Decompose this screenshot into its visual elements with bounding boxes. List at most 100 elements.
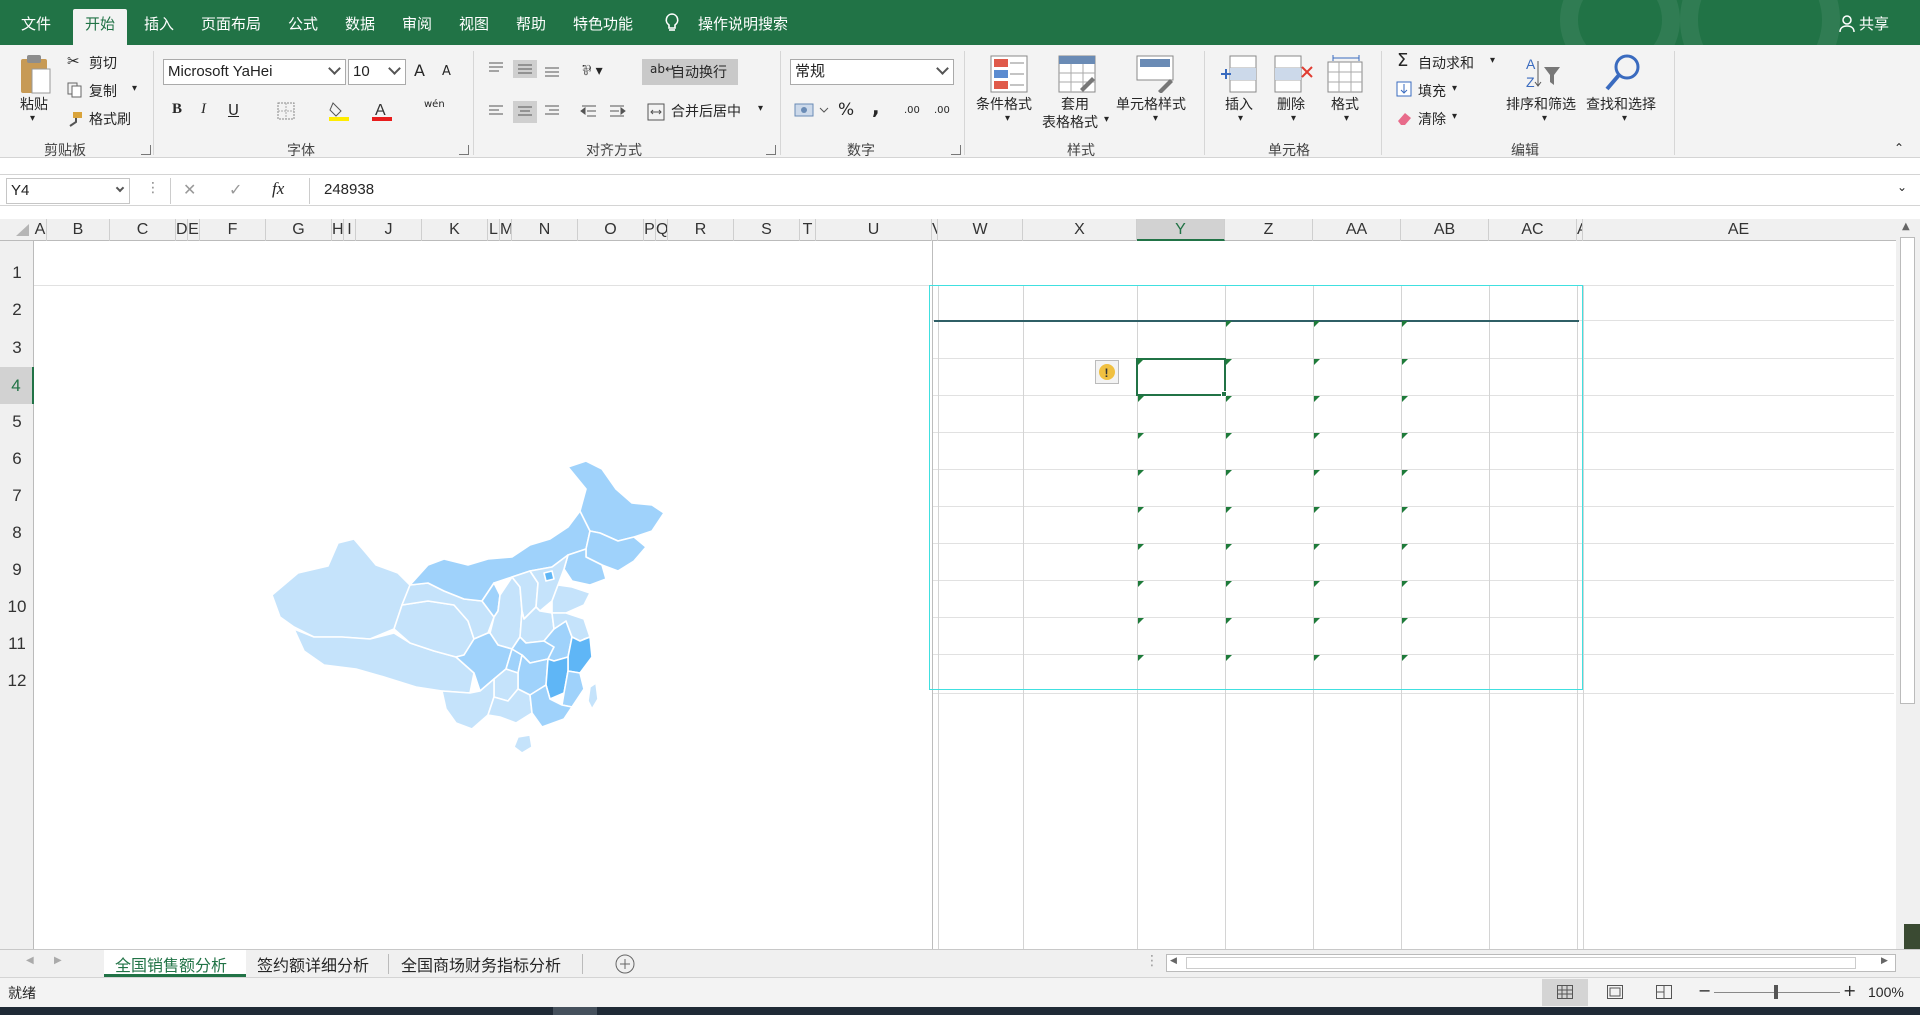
next-sheet-icon[interactable]: ▶ xyxy=(54,955,62,966)
warning-icon[interactable]: ! xyxy=(1095,360,1119,384)
fill-dropdown-arrow[interactable]: ▾ xyxy=(1452,83,1457,94)
alignment-launcher[interactable] xyxy=(766,145,776,155)
row-header-2[interactable]: 2 xyxy=(0,300,34,320)
tab-splitter-icon[interactable]: ⋮ xyxy=(1145,953,1159,969)
active-cell-y4[interactable] xyxy=(1136,358,1226,396)
clear-dropdown-arrow[interactable]: ▾ xyxy=(1452,111,1457,122)
column-header-f[interactable]: F xyxy=(200,219,266,241)
column-header-x[interactable]: X xyxy=(1023,219,1137,241)
tab-help[interactable]: 帮助 xyxy=(516,0,546,45)
column-header-j[interactable]: J xyxy=(356,219,422,241)
fill-color-icon[interactable] xyxy=(328,100,350,122)
cancel-button[interactable]: ✕ xyxy=(183,180,196,199)
horizontal-align-icons[interactable] xyxy=(487,101,567,123)
decrease-font-button[interactable]: A xyxy=(442,64,451,79)
prev-sheet-icon[interactable]: ◀ xyxy=(26,955,34,966)
column-header-r[interactable]: R xyxy=(668,219,734,241)
table-format-icon[interactable] xyxy=(1058,55,1096,93)
phonetic-button[interactable]: wén xyxy=(424,99,445,110)
collapse-ribbon-icon[interactable]: ⌃ xyxy=(1894,141,1904,155)
row-header-7[interactable]: 7 xyxy=(0,486,34,506)
autosum-button[interactable]: 自动求和 xyxy=(1418,53,1474,73)
borders-icon[interactable] xyxy=(277,102,295,120)
table-format-label-1[interactable]: 套用 xyxy=(1061,94,1089,114)
column-header-ac[interactable]: AC xyxy=(1489,219,1577,241)
select-all-icon[interactable] xyxy=(14,223,30,237)
column-header-w[interactable]: W xyxy=(938,219,1023,241)
column-header-s[interactable]: S xyxy=(734,219,800,241)
column-header-aa[interactable]: AA xyxy=(1313,219,1401,241)
column-header-g[interactable]: G xyxy=(266,219,332,241)
number-launcher[interactable] xyxy=(951,145,961,155)
row-header-12[interactable]: 12 xyxy=(0,671,34,691)
copy-dropdown-arrow[interactable]: ▾ xyxy=(132,83,137,94)
tell-me-search[interactable]: 操作说明搜索 xyxy=(698,0,788,45)
row-header-1[interactable]: 1 xyxy=(0,263,34,283)
percent-button[interactable]: % xyxy=(838,100,854,120)
scrollbar-thumb[interactable] xyxy=(1900,237,1915,704)
column-header-m[interactable]: M xyxy=(500,219,512,241)
column-header-b[interactable]: B xyxy=(47,219,110,241)
tab-data[interactable]: 数据 xyxy=(345,0,375,45)
taskbar-item[interactable] xyxy=(553,1007,597,1015)
format-cells-icon[interactable] xyxy=(1327,55,1367,93)
font-name-select[interactable]: Microsoft YaHei xyxy=(163,59,346,85)
insert-dropdown-arrow[interactable]: ▾ xyxy=(1238,113,1243,124)
indent-icons[interactable] xyxy=(580,103,628,121)
sheet-grid[interactable]: ! xyxy=(34,241,1894,949)
column-header-k[interactable]: K xyxy=(422,219,488,241)
page-break-view-icon[interactable] xyxy=(1656,985,1672,999)
row-header-10[interactable]: 10 xyxy=(0,597,34,617)
comma-button[interactable]: , xyxy=(872,95,880,119)
column-header-y[interactable]: Y xyxy=(1137,219,1225,241)
sheet-tab-2[interactable]: 签约额详细分析 xyxy=(257,952,369,976)
font-size-select[interactable]: 10 xyxy=(348,59,406,85)
copy-button[interactable]: 复制 xyxy=(89,81,117,101)
column-header-o[interactable]: O xyxy=(578,219,644,241)
column-header-ae[interactable]: AE xyxy=(1583,219,1894,241)
column-header-i[interactable]: I xyxy=(344,219,356,241)
clear-button[interactable]: 清除 xyxy=(1418,109,1446,129)
format-dropdown-arrow[interactable]: ▾ xyxy=(1344,113,1349,124)
column-header-u[interactable]: U xyxy=(816,219,932,241)
formula-input[interactable]: 248938 xyxy=(324,181,374,198)
cell-styles-button[interactable]: 单元格样式 xyxy=(1116,94,1186,114)
column-header-d[interactable]: D xyxy=(176,219,188,241)
tab-formulas[interactable]: 公式 xyxy=(288,0,318,45)
conditional-format-button[interactable]: 条件格式 xyxy=(976,94,1032,114)
column-header-p[interactable]: P xyxy=(644,219,656,241)
fill-button[interactable]: 填充 xyxy=(1418,81,1446,101)
increase-decimal-button[interactable]: .00 xyxy=(904,105,920,116)
insert-function-button[interactable]: fx xyxy=(272,179,284,199)
accounting-format-icon[interactable] xyxy=(794,101,830,121)
vertical-scrollbar[interactable]: ▲ xyxy=(1896,219,1920,949)
row-header-4[interactable]: 4 xyxy=(0,367,34,404)
column-header-z[interactable]: Z xyxy=(1225,219,1313,241)
cell-styles-icon[interactable] xyxy=(1136,55,1176,93)
scroll-up-icon[interactable]: ▲ xyxy=(1902,221,1910,232)
number-format-select[interactable]: 常规 xyxy=(790,59,954,85)
paste-button[interactable]: 粘贴 xyxy=(20,94,48,114)
horizontal-scroll-thumb[interactable] xyxy=(1186,957,1856,969)
china-sales-map[interactable] xyxy=(268,461,728,781)
table-format-label-2[interactable]: 表格格式 xyxy=(1042,112,1098,132)
resize-handle[interactable] xyxy=(1904,924,1920,950)
column-header-ab[interactable]: AB xyxy=(1401,219,1489,241)
vertical-align-icons[interactable] xyxy=(487,60,567,78)
autosum-dropdown-arrow[interactable]: ▾ xyxy=(1490,55,1495,66)
tab-special[interactable]: 特色功能 xyxy=(573,0,633,45)
tab-insert[interactable]: 插入 xyxy=(144,0,174,45)
bold-button[interactable]: B xyxy=(172,101,182,118)
scroll-right-icon[interactable]: ▶ xyxy=(1881,956,1888,966)
zoom-level[interactable]: 100% xyxy=(1868,984,1904,1000)
find-select-icon[interactable] xyxy=(1604,53,1642,93)
scroll-left-icon[interactable]: ◀ xyxy=(1170,956,1177,966)
merge-dropdown-arrow[interactable]: ▾ xyxy=(758,103,763,114)
format-painter-button[interactable]: 格式刷 xyxy=(89,109,131,129)
sheet-tab-active[interactable]: 全国销售额分析 xyxy=(104,950,246,977)
cell-styles-dropdown-arrow[interactable]: ▾ xyxy=(1153,113,1158,124)
row-header-8[interactable]: 8 xyxy=(0,523,34,543)
horizontal-scrollbar[interactable]: ◀ ▶ xyxy=(1166,954,1896,972)
decrease-decimal-button[interactable]: .00 xyxy=(934,105,950,116)
enter-button[interactable]: ✓ xyxy=(229,180,242,199)
